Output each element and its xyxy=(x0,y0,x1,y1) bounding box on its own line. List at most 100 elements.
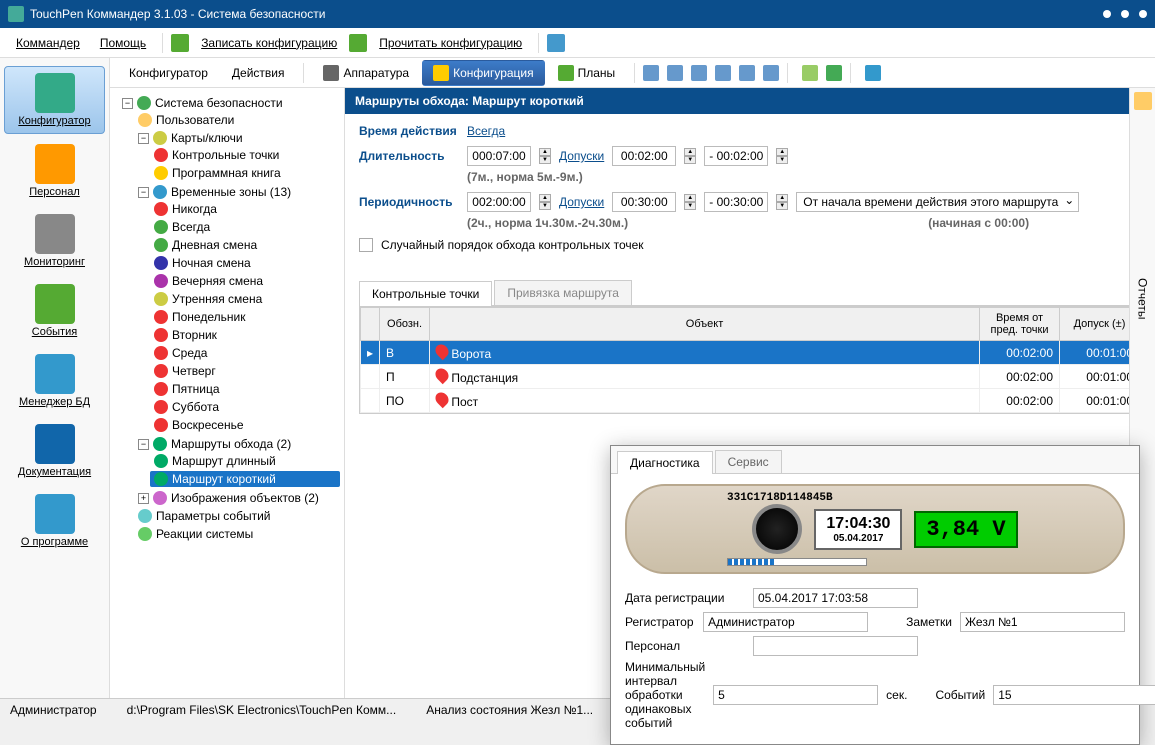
collapse-icon[interactable]: − xyxy=(138,133,149,144)
node-tz-12[interactable]: Воскресенье xyxy=(150,417,340,433)
tab-plans[interactable]: Планы xyxy=(547,60,627,86)
device-tab-diag[interactable]: Диагностика xyxy=(617,451,713,474)
tool-1-icon[interactable] xyxy=(643,65,659,81)
node-tz-6[interactable]: Понедельник xyxy=(150,309,340,325)
reg-date-input[interactable] xyxy=(753,588,918,608)
table-row[interactable]: ПО Пост00:02:0000:01:00 xyxy=(361,389,1140,413)
node-params[interactable]: Параметры событий xyxy=(134,508,340,524)
node-tz-3[interactable]: Ночная смена xyxy=(150,255,340,271)
device-tab-service[interactable]: Сервис xyxy=(715,450,782,473)
refresh-icon[interactable] xyxy=(865,65,881,81)
node-users[interactable]: Пользователи xyxy=(134,112,340,128)
per-tol1[interactable] xyxy=(612,192,676,212)
node-root[interactable]: −Система безопасности xyxy=(118,95,340,111)
tool-8-icon[interactable] xyxy=(826,65,842,81)
node-tz-5[interactable]: Утренняя смена xyxy=(150,291,340,307)
node-reactions[interactable]: Реакции системы xyxy=(134,526,340,542)
tab-hardware[interactable]: Аппаратура xyxy=(312,60,420,86)
tab-configurator[interactable]: Конфигуратор xyxy=(118,61,219,85)
tool-4-icon[interactable] xyxy=(715,65,731,81)
menu-read[interactable]: Прочитать конфигурацию xyxy=(371,32,530,54)
min-interval-input[interactable] xyxy=(713,685,878,705)
node-book[interactable]: Программная книга xyxy=(150,165,340,181)
dur-tol1[interactable] xyxy=(612,146,676,166)
write-icon xyxy=(171,34,189,52)
menu-write[interactable]: Записать конфигурацию xyxy=(193,32,345,54)
registrator-input[interactable] xyxy=(703,612,868,632)
node-cards[interactable]: −Карты/ключи xyxy=(134,130,340,146)
warning-icon xyxy=(154,166,168,180)
tolerance-link-2[interactable]: Допуски xyxy=(559,195,604,209)
duration-label: Длительность xyxy=(359,149,459,163)
node-tz-11[interactable]: Суббота xyxy=(150,399,340,415)
random-checkbox[interactable] xyxy=(359,238,373,252)
tool-5-icon[interactable] xyxy=(739,65,755,81)
tolerance-link[interactable]: Допуски xyxy=(559,149,604,163)
reactions-icon xyxy=(138,527,152,541)
table-row[interactable]: П Подстанция00:02:0000:01:00 xyxy=(361,365,1140,389)
node-tz-2[interactable]: Дневная смена xyxy=(150,237,340,253)
clock-icon xyxy=(154,328,168,342)
node-route-short[interactable]: Маршрут короткий xyxy=(150,471,340,487)
tool-3-icon[interactable] xyxy=(691,65,707,81)
node-tz-4[interactable]: Вечерняя смена xyxy=(150,273,340,289)
window-controls[interactable] xyxy=(1103,10,1147,18)
node-tz-0[interactable]: Никогда xyxy=(150,201,340,217)
tab-actions[interactable]: Действия xyxy=(221,61,296,85)
node-tz-9[interactable]: Четверг xyxy=(150,363,340,379)
sidebar-icon xyxy=(35,144,75,184)
collapse-icon[interactable]: − xyxy=(138,187,149,198)
per-tol2[interactable] xyxy=(704,192,768,212)
node-route-long[interactable]: Маршрут длинный xyxy=(150,453,340,469)
menu-commander[interactable]: Коммандер xyxy=(8,32,88,54)
clock-icon xyxy=(154,400,168,414)
expand-icon[interactable]: + xyxy=(138,493,149,504)
sidebar-item-4[interactable]: Менеджер БД xyxy=(4,348,105,414)
duration-input[interactable] xyxy=(467,146,531,166)
events-input[interactable] xyxy=(993,685,1155,705)
table-row[interactable]: ▸В Ворота00:02:0000:01:00 xyxy=(361,341,1140,365)
node-ctrl-points[interactable]: Контрольные точки xyxy=(150,147,340,163)
reports-label[interactable]: Отчеты xyxy=(1136,278,1150,319)
title-bar: TouchPen Коммандер 3.1.03 - Система безо… xyxy=(0,0,1155,28)
node-objects[interactable]: +Изображения объектов (2) xyxy=(134,490,340,506)
time-value-link[interactable]: Всегда xyxy=(467,124,505,138)
personnel-input[interactable] xyxy=(753,636,918,656)
collapse-icon[interactable]: − xyxy=(122,98,133,109)
node-tz-10[interactable]: Пятница xyxy=(150,381,340,397)
sidebar-item-5[interactable]: Документация xyxy=(4,418,105,484)
period-input[interactable] xyxy=(467,192,531,212)
clock-icon xyxy=(154,274,168,288)
notes-input[interactable] xyxy=(960,612,1125,632)
tab-configuration[interactable]: Конфигурация xyxy=(422,60,545,86)
device-serial: 331C1718D114845B xyxy=(727,492,833,504)
period-select[interactable]: От начала времени действия этого маршрут… xyxy=(796,192,1079,212)
sidebar-icon xyxy=(35,284,75,324)
sidebar-item-0[interactable]: Конфигуратор xyxy=(4,66,105,134)
menu-help[interactable]: Помощь xyxy=(92,32,154,54)
node-timezones[interactable]: −Временные зоны (13) xyxy=(134,184,340,200)
subtab-points[interactable]: Контрольные точки xyxy=(359,281,492,306)
sidebar-item-6[interactable]: О программе xyxy=(4,488,105,554)
users-icon[interactable] xyxy=(547,34,565,52)
node-tz-7[interactable]: Вторник xyxy=(150,327,340,343)
tool-2-icon[interactable] xyxy=(667,65,683,81)
tool-6-icon[interactable] xyxy=(763,65,779,81)
node-routes[interactable]: −Маршруты обхода (2) xyxy=(134,436,340,452)
subtab-binding[interactable]: Привязка маршрута xyxy=(494,280,632,305)
window-title: TouchPen Коммандер 3.1.03 - Система безо… xyxy=(30,7,325,21)
sidebar-item-3[interactable]: События xyxy=(4,278,105,344)
start-hint: (начиная с 00:00) xyxy=(928,216,1029,230)
collapse-icon[interactable]: − xyxy=(138,439,149,450)
device-time-display: 17:04:30 05.04.2017 xyxy=(814,509,902,550)
node-tz-1[interactable]: Всегда xyxy=(150,219,340,235)
duration-spinner[interactable]: ▲▼ xyxy=(539,148,551,164)
node-tz-8[interactable]: Среда xyxy=(150,345,340,361)
sidebar-item-1[interactable]: Персонал xyxy=(4,138,105,204)
device-voltage: 3,84 V xyxy=(914,511,1017,548)
notes-icon[interactable] xyxy=(1134,92,1152,110)
sidebar-item-2[interactable]: Мониторинг xyxy=(4,208,105,274)
tool-7-icon[interactable] xyxy=(802,65,818,81)
dur-tol2[interactable] xyxy=(704,146,768,166)
clock-icon xyxy=(154,346,168,360)
